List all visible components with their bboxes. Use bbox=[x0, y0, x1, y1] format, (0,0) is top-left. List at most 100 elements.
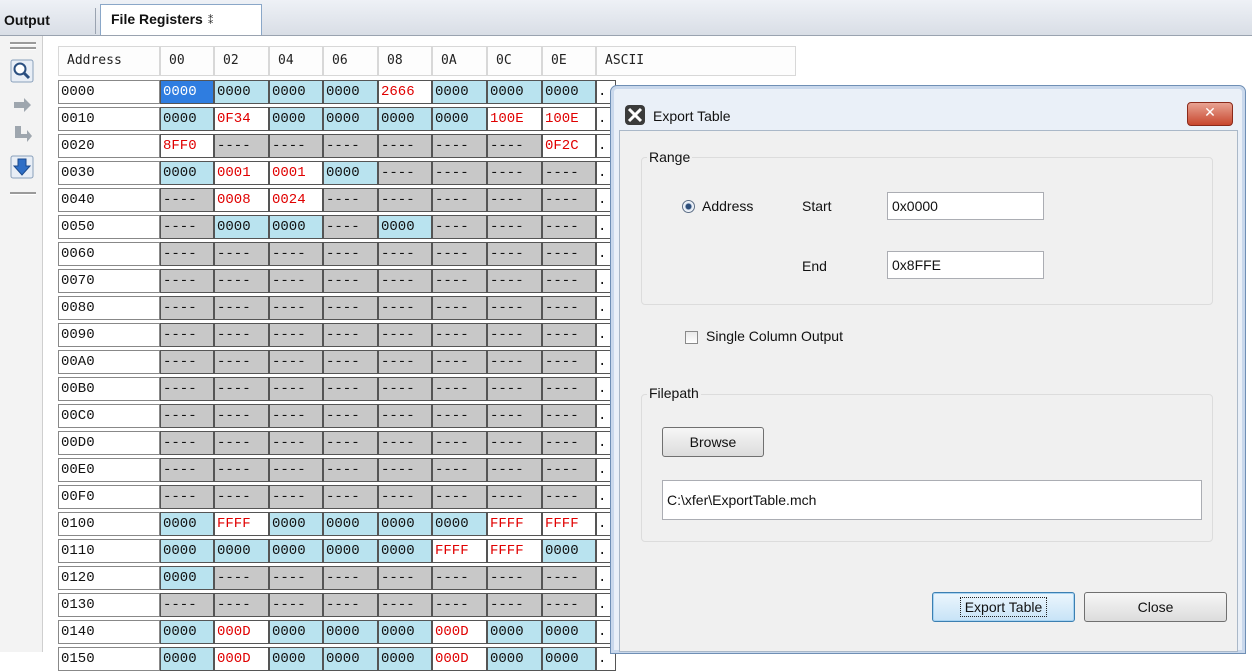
register-value-cell[interactable]: ---- bbox=[160, 188, 214, 212]
register-value-cell[interactable]: FFFF bbox=[432, 539, 487, 563]
register-value-cell[interactable]: 0000 bbox=[432, 512, 487, 536]
register-value-cell[interactable]: 0000 bbox=[542, 647, 596, 671]
register-value-cell[interactable]: 0000 bbox=[432, 107, 487, 131]
register-value-cell[interactable]: 0000 bbox=[323, 107, 378, 131]
register-value-cell[interactable]: ---- bbox=[214, 134, 269, 158]
register-value-cell[interactable]: 0000 bbox=[487, 620, 542, 644]
register-value-cell[interactable]: ---- bbox=[432, 215, 487, 239]
register-value-cell[interactable]: ---- bbox=[323, 323, 378, 347]
register-value-cell[interactable]: 0000 bbox=[160, 539, 214, 563]
register-value-cell[interactable]: FFFF bbox=[542, 512, 596, 536]
register-value-cell[interactable]: 0000 bbox=[214, 539, 269, 563]
register-value-cell[interactable]: ---- bbox=[323, 566, 378, 590]
register-value-cell[interactable]: 0000 bbox=[269, 620, 323, 644]
register-value-cell[interactable]: ---- bbox=[160, 350, 214, 374]
register-value-cell[interactable]: ---- bbox=[542, 458, 596, 482]
start-address-field[interactable]: 0x0000 bbox=[887, 192, 1044, 220]
export-table-button[interactable]: Export Table bbox=[932, 592, 1075, 622]
register-value-cell[interactable]: 0000 bbox=[160, 647, 214, 671]
register-value-cell[interactable]: ---- bbox=[432, 485, 487, 509]
address-radio[interactable] bbox=[682, 200, 695, 213]
register-value-cell[interactable]: ---- bbox=[269, 404, 323, 428]
register-value-cell[interactable]: 0000 bbox=[269, 107, 323, 131]
register-value-cell[interactable]: 0000 bbox=[378, 647, 432, 671]
column-header-06[interactable]: 06 bbox=[323, 46, 378, 76]
register-value-cell[interactable]: 0000 bbox=[214, 215, 269, 239]
register-value-cell[interactable]: ---- bbox=[214, 350, 269, 374]
register-value-cell[interactable]: ---- bbox=[487, 242, 542, 266]
register-value-cell[interactable]: ---- bbox=[432, 188, 487, 212]
register-value-cell[interactable]: 0001 bbox=[269, 161, 323, 185]
register-value-cell[interactable]: ---- bbox=[214, 323, 269, 347]
register-value-cell[interactable]: ---- bbox=[487, 161, 542, 185]
register-value-cell[interactable]: ---- bbox=[160, 593, 214, 617]
register-value-cell[interactable]: ---- bbox=[432, 323, 487, 347]
register-value-cell[interactable]: ---- bbox=[542, 350, 596, 374]
register-value-cell[interactable]: 0000 bbox=[378, 620, 432, 644]
register-value-cell[interactable]: 0000 bbox=[542, 539, 596, 563]
register-value-cell[interactable]: ---- bbox=[378, 242, 432, 266]
register-value-cell[interactable]: ---- bbox=[487, 566, 542, 590]
register-value-cell[interactable]: 2666 bbox=[378, 80, 432, 104]
register-value-cell[interactable]: 0000 bbox=[487, 647, 542, 671]
register-value-cell[interactable]: ---- bbox=[432, 431, 487, 455]
register-value-cell[interactable]: ---- bbox=[323, 269, 378, 293]
register-value-cell[interactable]: ---- bbox=[269, 485, 323, 509]
end-address-field[interactable]: 0x8FFE bbox=[887, 251, 1044, 279]
register-value-cell[interactable]: ---- bbox=[214, 431, 269, 455]
register-value-cell[interactable]: ---- bbox=[323, 404, 378, 428]
register-value-cell[interactable]: ---- bbox=[542, 188, 596, 212]
register-value-cell[interactable]: ---- bbox=[542, 566, 596, 590]
register-value-cell[interactable]: ---- bbox=[269, 593, 323, 617]
register-value-cell[interactable]: ---- bbox=[487, 404, 542, 428]
register-value-cell[interactable]: 0000 bbox=[269, 80, 323, 104]
register-value-cell[interactable]: ---- bbox=[542, 296, 596, 320]
register-value-cell[interactable]: ---- bbox=[487, 134, 542, 158]
register-value-cell[interactable]: ---- bbox=[487, 296, 542, 320]
register-value-cell[interactable]: ---- bbox=[542, 242, 596, 266]
column-header-00[interactable]: 00 bbox=[160, 46, 214, 76]
register-value-cell[interactable]: ---- bbox=[487, 323, 542, 347]
register-value-cell[interactable]: ---- bbox=[432, 404, 487, 428]
register-value-cell[interactable]: ---- bbox=[487, 350, 542, 374]
register-value-cell[interactable]: 100E bbox=[542, 107, 596, 131]
register-value-cell[interactable]: ---- bbox=[432, 377, 487, 401]
register-value-cell[interactable]: ---- bbox=[269, 296, 323, 320]
register-value-cell[interactable]: ---- bbox=[432, 161, 487, 185]
register-value-cell[interactable]: ---- bbox=[378, 404, 432, 428]
register-value-cell[interactable]: ---- bbox=[542, 323, 596, 347]
step-over-icon[interactable] bbox=[10, 92, 34, 116]
register-value-cell[interactable]: ---- bbox=[432, 566, 487, 590]
register-value-cell[interactable]: ---- bbox=[487, 431, 542, 455]
zoom-search-icon[interactable] bbox=[10, 59, 34, 83]
column-header-address[interactable]: Address bbox=[58, 46, 160, 76]
register-value-cell[interactable]: 100E bbox=[487, 107, 542, 131]
register-value-cell[interactable]: ---- bbox=[378, 161, 432, 185]
register-value-cell[interactable]: 0000 bbox=[487, 80, 542, 104]
register-value-cell[interactable]: 000D bbox=[432, 620, 487, 644]
register-value-cell[interactable]: 0000 bbox=[160, 512, 214, 536]
register-value-cell[interactable]: 0F2C bbox=[542, 134, 596, 158]
register-value-cell[interactable]: ---- bbox=[323, 431, 378, 455]
register-value-cell[interactable]: ---- bbox=[487, 593, 542, 617]
column-header-04[interactable]: 04 bbox=[269, 46, 323, 76]
register-value-cell[interactable]: 0024 bbox=[269, 188, 323, 212]
column-header-0c[interactable]: 0C bbox=[487, 46, 542, 76]
register-value-cell[interactable]: 0000 bbox=[323, 512, 378, 536]
register-value-cell[interactable]: 0F34 bbox=[214, 107, 269, 131]
register-value-cell[interactable]: ---- bbox=[378, 485, 432, 509]
register-value-cell[interactable]: ---- bbox=[487, 215, 542, 239]
register-value-cell[interactable]: ---- bbox=[542, 485, 596, 509]
register-value-cell[interactable]: ---- bbox=[269, 566, 323, 590]
register-value-cell[interactable]: ---- bbox=[487, 269, 542, 293]
single-column-checkbox[interactable] bbox=[685, 331, 698, 344]
register-value-cell[interactable]: ---- bbox=[269, 269, 323, 293]
register-value-cell[interactable]: ---- bbox=[432, 593, 487, 617]
register-value-cell[interactable]: 0000 bbox=[160, 566, 214, 590]
register-value-cell[interactable]: 000D bbox=[214, 620, 269, 644]
register-value-cell[interactable]: ---- bbox=[432, 242, 487, 266]
register-value-cell[interactable]: ---- bbox=[378, 350, 432, 374]
register-value-cell[interactable]: 0000 bbox=[160, 620, 214, 644]
register-value-cell[interactable]: ---- bbox=[378, 323, 432, 347]
register-value-cell[interactable]: ---- bbox=[378, 431, 432, 455]
